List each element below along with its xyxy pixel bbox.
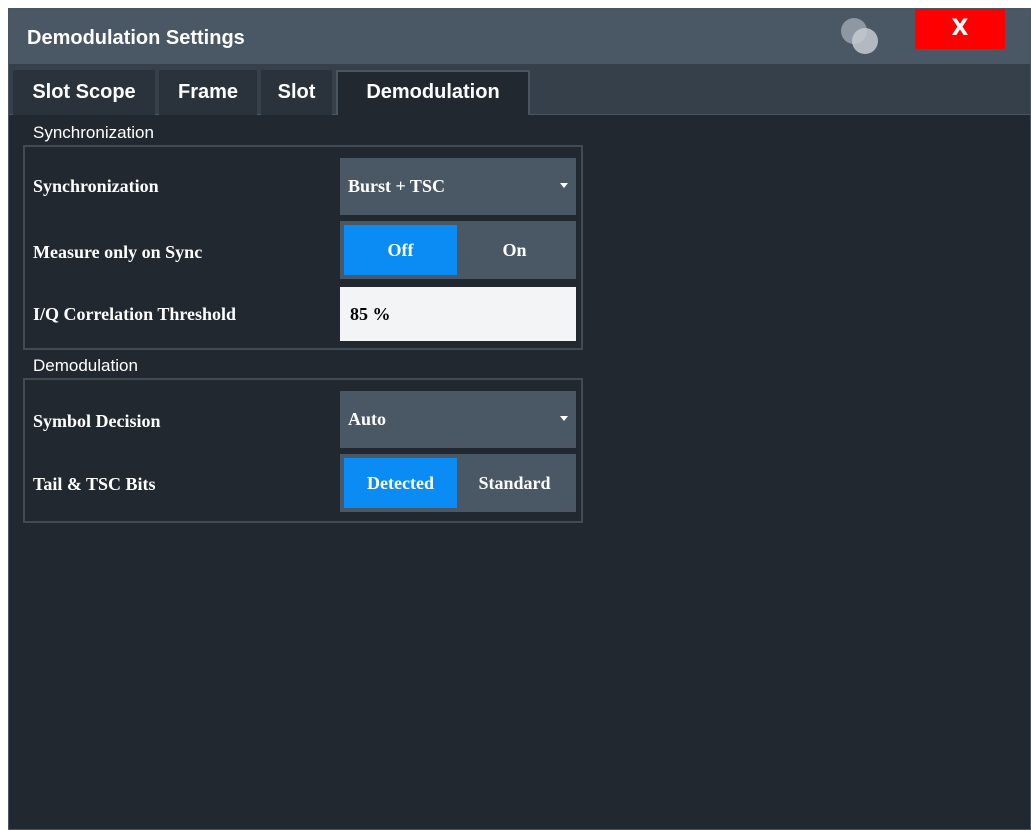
tab-frame[interactable]: Frame [159, 70, 257, 115]
tab-slot-scope[interactable]: Slot Scope [13, 70, 155, 115]
measure-only-on-sync-toggle: Off On [340, 221, 576, 279]
iq-correlation-threshold-input[interactable]: 85 % [340, 287, 576, 341]
sync-off-option[interactable]: Off [344, 225, 457, 275]
chevron-down-icon [560, 183, 568, 188]
synchronization-section-label: Synchronization [33, 123, 154, 142]
iq-correlation-threshold-label: I/Q Correlation Threshold [33, 304, 237, 324]
tab-bar: Slot Scope Frame Slot Demodulation [9, 64, 1030, 115]
tail-detected-option[interactable]: Detected [344, 458, 457, 508]
close-button[interactable]: X [915, 9, 1005, 49]
chevron-down-icon [560, 416, 568, 421]
synchronization-dropdown[interactable]: Burst + TSC [340, 158, 576, 215]
demodulation-section-label: Demodulation [33, 356, 138, 375]
tab-demodulation[interactable]: Demodulation [336, 70, 530, 115]
symbol-decision-value: Auto [348, 409, 387, 429]
symbol-decision-dropdown[interactable]: Auto [340, 391, 576, 448]
symbol-decision-label: Symbol Decision [33, 411, 161, 431]
sync-on-option[interactable]: On [457, 225, 572, 275]
demodulation-settings-dialog: Demodulation Settings X Slot Scope Frame… [8, 8, 1031, 830]
synchronization-value: Burst + TSC [348, 176, 445, 196]
tail-tsc-bits-label: Tail & TSC Bits [33, 474, 156, 494]
tab-slot[interactable]: Slot [261, 70, 332, 115]
measure-only-on-sync-label: Measure only on Sync [33, 242, 203, 262]
dialog-title: Demodulation Settings [27, 27, 245, 49]
synchronization-label: Synchronization [33, 176, 159, 196]
tail-tsc-bits-toggle: Detected Standard [340, 454, 576, 512]
help-icon[interactable] [836, 13, 884, 57]
tail-standard-option[interactable]: Standard [457, 458, 572, 508]
title-bar[interactable]: Demodulation Settings X [9, 9, 1030, 64]
